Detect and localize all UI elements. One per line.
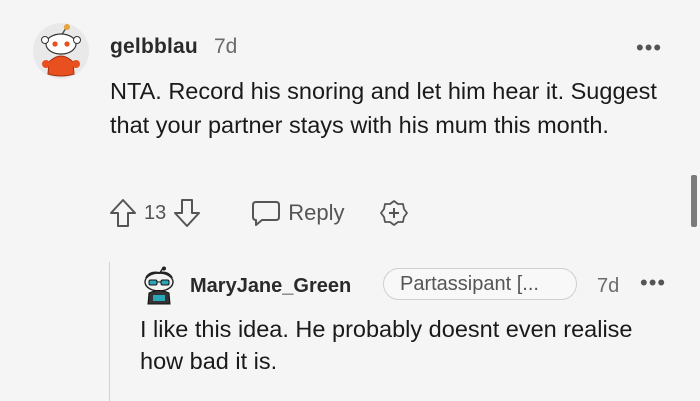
user-flair-badge: Partassipant [...: [383, 268, 577, 300]
comment-body: NTA. Record his snoring and let him hear…: [110, 78, 657, 138]
speech-bubble-icon: [252, 201, 281, 226]
snoo-avatar-icon: [144, 266, 174, 305]
vote-score: 13: [144, 201, 167, 224]
reply-more-options[interactable]: •••: [640, 270, 666, 296]
downvote-button[interactable]: [172, 197, 202, 229]
reply-timestamp: 7d: [597, 275, 620, 297]
add-award-icon: [379, 200, 408, 226]
reply-author[interactable]: MaryJane_Green: [190, 275, 351, 298]
snoo-avatar-icon: [33, 23, 89, 79]
comment-more-options[interactable]: •••: [636, 35, 662, 61]
upvote-arrow-icon: [110, 199, 136, 227]
comment-author-avatar[interactable]: [32, 22, 90, 80]
reply-body: I like this idea. He probably doesnt eve…: [140, 316, 633, 374]
reply-author-avatar[interactable]: [140, 266, 178, 306]
award-button[interactable]: [379, 198, 409, 228]
comment-action-bar: 13 Reply: [108, 196, 409, 230]
thread-collapse-line[interactable]: [109, 262, 110, 401]
comment-author[interactable]: gelbblau: [110, 35, 198, 59]
scrollbar-thumb[interactable]: [691, 175, 697, 227]
upvote-button[interactable]: [108, 197, 138, 229]
downvote-arrow-icon: [174, 199, 201, 227]
reply-label: Reply: [288, 200, 345, 225]
reply-button[interactable]: Reply: [250, 198, 345, 228]
comment-timestamp: 7d: [214, 35, 238, 58]
